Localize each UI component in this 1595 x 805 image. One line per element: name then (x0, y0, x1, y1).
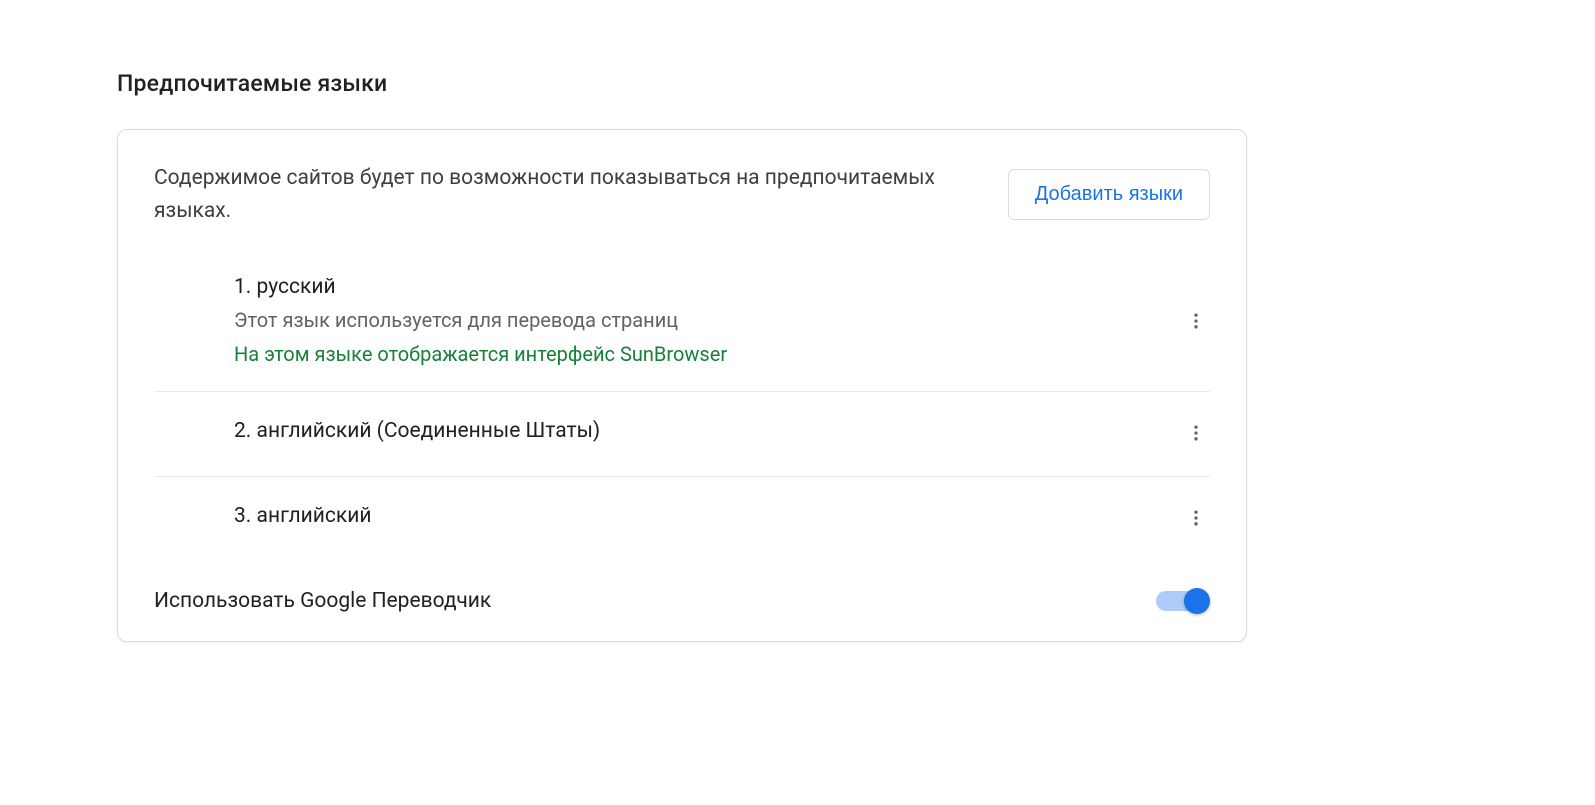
language-info: 1. русский Этот язык используется для пе… (234, 275, 1176, 369)
more-vertical-icon (1186, 311, 1206, 334)
toggle-thumb (1184, 588, 1210, 614)
language-item: 2. английский (Соединенные Штаты) (154, 392, 1210, 477)
language-name: 1. русский (234, 275, 1176, 299)
language-name: 2. английский (Соединенные Штаты) (234, 419, 1176, 443)
language-translate-note: Этот язык используется для перевода стра… (234, 305, 1176, 335)
language-info: 2. английский (Соединенные Штаты) (234, 419, 1176, 449)
language-interface-note: На этом языке отображается интерфейс Sun… (234, 339, 1176, 369)
more-vertical-icon (1186, 423, 1206, 446)
language-item: 3. английский (154, 477, 1210, 561)
more-options-button[interactable] (1176, 302, 1216, 342)
google-translate-toggle-row: Использовать Google Переводчик (118, 561, 1246, 641)
more-options-button[interactable] (1176, 414, 1216, 454)
language-list: 1. русский Этот язык используется для пе… (118, 253, 1246, 561)
google-translate-toggle[interactable] (1156, 590, 1210, 612)
language-name: 3. английский (234, 504, 1176, 528)
more-vertical-icon (1186, 508, 1206, 531)
add-languages-button[interactable]: Добавить языки (1008, 169, 1210, 220)
language-info: 3. английский (234, 504, 1176, 534)
section-title: Предпочитаемые языки (117, 70, 1247, 97)
more-options-button[interactable] (1176, 499, 1216, 539)
language-item: 1. русский Этот язык используется для пе… (154, 253, 1210, 392)
card-description: Содержимое сайтов будет по возможности п… (154, 162, 984, 227)
preferred-languages-card: Содержимое сайтов будет по возможности п… (117, 129, 1247, 642)
card-header: Содержимое сайтов будет по возможности п… (118, 130, 1246, 253)
toggle-label: Использовать Google Переводчик (154, 589, 491, 613)
